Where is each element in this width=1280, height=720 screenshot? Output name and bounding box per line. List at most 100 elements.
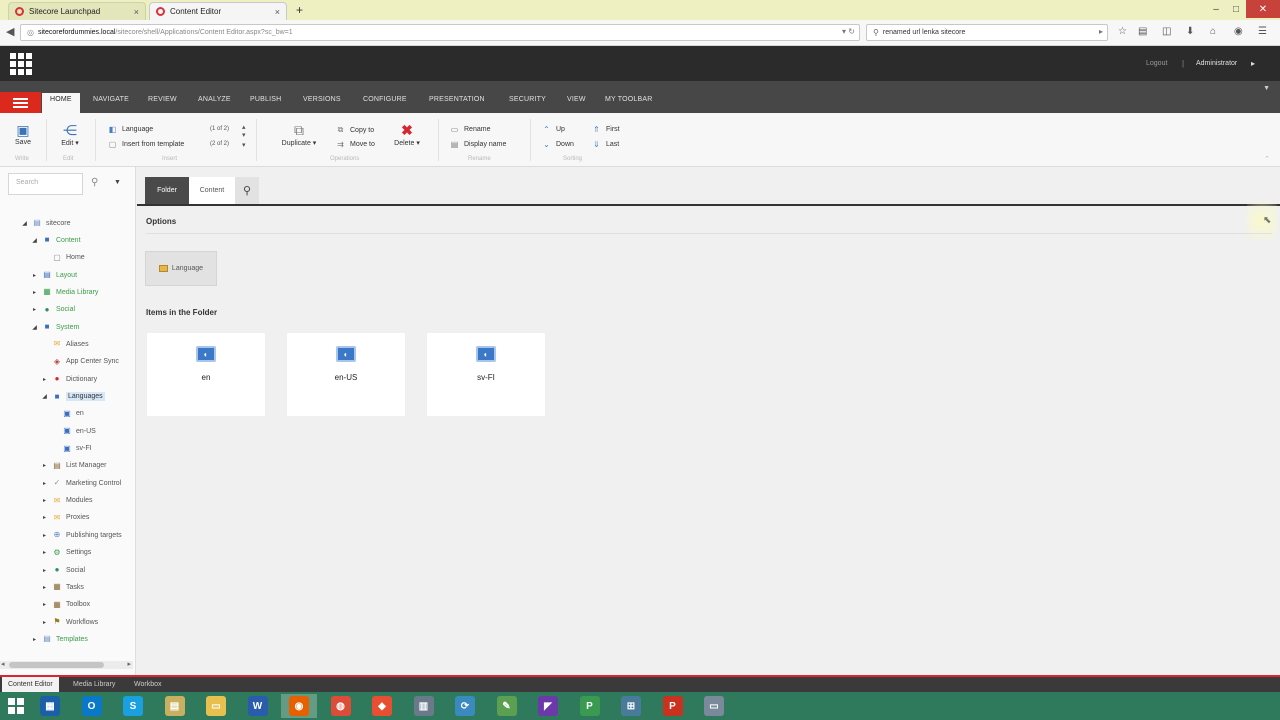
search-go-icon[interactable]: ▸ xyxy=(1099,27,1103,36)
tab-home[interactable]: HOME xyxy=(42,93,80,113)
tab-search[interactable]: ⚲ xyxy=(235,177,259,204)
hamburger-menu-icon[interactable]: ☰ xyxy=(1258,26,1267,37)
tree-node-proxies[interactable]: ▸ ✉ Proxies xyxy=(40,511,89,525)
sort-up-item[interactable]: ⌃ Up xyxy=(542,125,565,134)
tree-node-media-library[interactable]: ▸ ▦ Media Library xyxy=(30,285,98,299)
scroll-more-icon[interactable]: ▾ xyxy=(242,141,246,149)
tab-navigate[interactable]: NAVIGATE xyxy=(93,96,129,103)
ribbon-collapse-icon[interactable]: ▼ xyxy=(1263,85,1270,92)
taskbar-chrome-icon[interactable]: ◍ xyxy=(323,694,359,718)
tree-expander-icon[interactable]: ▸ xyxy=(40,532,49,539)
taskbar-visual-studio-icon[interactable]: ◤ xyxy=(530,694,566,718)
tree-expander-icon[interactable]: ▸ xyxy=(40,619,49,626)
browser-tab-launchpad[interactable]: Sitecore Launchpad × xyxy=(8,2,146,20)
insert-from-template-item[interactable]: ▢ Insert from template xyxy=(108,140,185,149)
user-name[interactable]: Administrator xyxy=(1196,60,1237,67)
windows-start-icon[interactable] xyxy=(8,698,24,714)
app-tab-media-library[interactable]: Media Library xyxy=(67,677,121,692)
window-close-button[interactable]: ✕ xyxy=(1246,0,1280,18)
tree-node-publishing-targets[interactable]: ▸ ⊕ Publishing targets xyxy=(40,528,122,542)
display-name-item[interactable]: ▤ Display name xyxy=(450,140,507,149)
tree-expander-icon[interactable]: ▸ xyxy=(30,636,39,643)
tab-folder[interactable]: Folder xyxy=(145,177,189,204)
taskbar-calculator-icon[interactable]: ▥ xyxy=(406,694,442,718)
taskbar-sync-icon[interactable]: ⟳ xyxy=(447,694,483,718)
tree-expander-icon[interactable]: ▸ xyxy=(40,376,49,383)
logout-link[interactable]: Logout xyxy=(1146,60,1167,67)
tree-expander-icon[interactable]: ▸ xyxy=(30,289,39,296)
tree-horizontal-scrollbar[interactable]: ◂ ▸ xyxy=(0,661,133,669)
tree-node-list-manager[interactable]: ▸ ▤ List Manager xyxy=(40,459,106,473)
tree-node-en[interactable]: ▣ en xyxy=(50,407,84,421)
tab-view[interactable]: VIEW xyxy=(567,96,586,103)
reload-icon[interactable]: ▾ ↻ xyxy=(842,27,855,36)
tree-expander-icon[interactable]: ▸ xyxy=(40,584,49,591)
tree-expander-icon[interactable]: ◢ xyxy=(30,324,39,331)
taskbar-paint-icon[interactable]: ✎ xyxy=(489,694,525,718)
taskbar-project-icon[interactable]: P xyxy=(572,694,608,718)
tab-analyze[interactable]: ANALYZE xyxy=(198,96,231,103)
save-button[interactable]: ▣ Save xyxy=(12,122,34,146)
maximize-button[interactable]: □ xyxy=(1226,0,1246,18)
back-icon[interactable]: ◀ xyxy=(6,25,14,38)
taskbar-skype-icon[interactable]: S xyxy=(115,694,151,718)
tree-expander-icon[interactable]: ◢ xyxy=(30,237,39,244)
tree-expander-icon[interactable]: ▸ xyxy=(40,567,49,574)
tree-expander-icon[interactable]: ▸ xyxy=(40,514,49,521)
search-options-dropdown-icon[interactable]: ▼ xyxy=(114,179,121,186)
tab-content[interactable]: Content xyxy=(189,177,235,204)
folder-item-card[interactable]: ◐ en xyxy=(147,333,265,416)
taskbar-outlook-icon[interactable]: O xyxy=(74,694,110,718)
sort-first-item[interactable]: ⇑ First xyxy=(592,125,619,134)
new-tab-button[interactable]: + xyxy=(296,3,303,17)
taskbar-windows-explorer-icon[interactable]: ▦ xyxy=(32,694,68,718)
tab-presentation[interactable]: PRESENTATION xyxy=(429,96,485,103)
ribbon-minimize-icon[interactable]: ⌃ xyxy=(1264,155,1270,163)
tree-node-layout[interactable]: ▸ ▤ Layout xyxy=(30,268,77,282)
tree-node-languages[interactable]: ◢ ■ Languages xyxy=(40,390,105,404)
bookmarks-menu-icon[interactable]: ▤ xyxy=(1138,26,1147,37)
tree-node-home[interactable]: ▢ Home xyxy=(40,251,84,265)
tree-expander-icon[interactable]: ▸ xyxy=(40,480,49,487)
taskbar-word-icon[interactable]: W xyxy=(240,694,276,718)
tree-expander-icon[interactable]: ▸ xyxy=(30,272,39,279)
delete-button[interactable]: ✖ Delete ▾ xyxy=(390,122,424,147)
tree-search-input[interactable]: Search xyxy=(8,173,83,195)
scrollbar-thumb[interactable] xyxy=(9,662,104,668)
search-icon[interactable]: ⚲ xyxy=(91,177,98,188)
tree-node-app-center-sync[interactable]: ◈ App Center Sync xyxy=(40,355,119,369)
tree-node-tasks[interactable]: ▸ ▦ Tasks xyxy=(40,580,84,594)
tree-expander-icon[interactable]: ▸ xyxy=(40,601,49,608)
taskbar-window-icon[interactable]: ▭ xyxy=(696,694,732,718)
edit-button[interactable]: ⋲ Edit ▾ xyxy=(56,122,84,147)
copy-to-item[interactable]: ⧉ Copy to xyxy=(336,125,374,135)
tree-node-social[interactable]: ▸ ● Social xyxy=(30,303,75,317)
move-to-item[interactable]: ⇉ Move to xyxy=(336,140,375,149)
tree-node-templates[interactable]: ▸ ▤ Templates xyxy=(30,632,88,646)
tree-node-aliases[interactable]: ✉ Aliases xyxy=(40,337,89,351)
browser-search-box[interactable]: ⚲ renamed url lenka sitecore ▸ xyxy=(866,24,1108,41)
tree-node-social[interactable]: ▸ ● Social xyxy=(40,563,85,577)
launchpad-grid-icon[interactable] xyxy=(10,53,32,75)
tab-versions[interactable]: VERSIONS xyxy=(303,96,341,103)
tree-node-en-us[interactable]: ▣ en-US xyxy=(50,424,96,438)
tree-node-sv-fi[interactable]: ▣ sv-FI xyxy=(50,442,91,456)
tree-node-system[interactable]: ◢ ■ System xyxy=(30,320,79,334)
tree-node-sitecore[interactable]: ◢ ▤ sitecore xyxy=(20,216,70,230)
tab-publish[interactable]: PUBLISH xyxy=(250,96,281,103)
folder-item-card[interactable]: ◐ en-US xyxy=(287,333,405,416)
bookmark-star-icon[interactable]: ☆ xyxy=(1118,26,1127,37)
addon-icon[interactable]: ◉ xyxy=(1234,26,1243,37)
close-tab-icon[interactable]: × xyxy=(134,7,139,17)
pocket-icon[interactable]: ◫ xyxy=(1162,26,1171,37)
tree-expander-icon[interactable]: ▸ xyxy=(40,497,49,504)
tree-expander-icon[interactable]: ▸ xyxy=(30,306,39,313)
duplicate-button[interactable]: ⧉ Duplicate ▾ xyxy=(277,122,321,147)
tree-node-marketing-control[interactable]: ▸ ✓ Marketing Control xyxy=(40,476,121,490)
tree-node-settings[interactable]: ▸ ⚙ Settings xyxy=(40,546,91,560)
taskbar-file-manager-icon[interactable]: ▤ xyxy=(157,694,193,718)
scroll-left-icon[interactable]: ◂ xyxy=(1,660,5,668)
taskbar-powerpoint-icon[interactable]: P xyxy=(655,694,691,718)
scroll-up-icon[interactable]: ▴ xyxy=(242,123,246,131)
tree-expander-icon[interactable]: ▸ xyxy=(40,549,49,556)
